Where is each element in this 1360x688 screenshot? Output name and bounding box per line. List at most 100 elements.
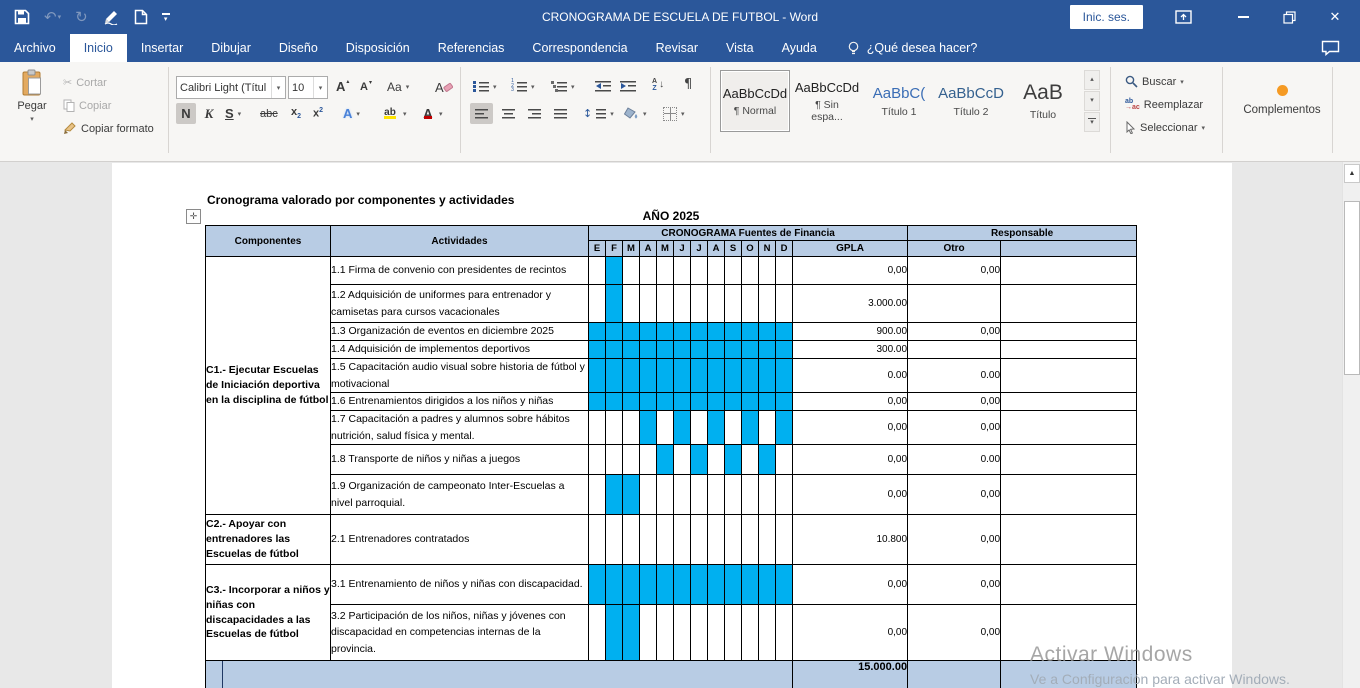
gantt-cell[interactable] [759, 515, 776, 565]
gantt-cell[interactable] [640, 323, 657, 341]
otro-cell[interactable]: 0,00 [908, 257, 1001, 285]
bullets-button[interactable]: ▾ [470, 76, 500, 97]
gantt-cell[interactable] [759, 445, 776, 475]
borders-button[interactable]: ▾ [660, 103, 688, 124]
redo-button[interactable]: ↻ [75, 10, 88, 25]
gantt-cell[interactable] [623, 341, 640, 359]
gantt-cell[interactable] [725, 411, 742, 445]
gantt-cell[interactable] [742, 605, 759, 661]
gantt-cell[interactable] [776, 605, 793, 661]
month-header[interactable]: F [606, 241, 623, 257]
otro-cell[interactable] [908, 341, 1001, 359]
month-header[interactable]: A [640, 241, 657, 257]
gantt-cell[interactable] [589, 359, 606, 393]
gantt-cell[interactable] [742, 393, 759, 411]
gantt-cell[interactable] [674, 605, 691, 661]
gantt-cell[interactable] [657, 445, 674, 475]
gantt-cell[interactable] [776, 257, 793, 285]
gantt-cell[interactable] [589, 285, 606, 323]
gantt-cell[interactable] [674, 285, 691, 323]
activity-cell[interactable]: 1.3 Organización de eventos en diciembre… [331, 323, 589, 341]
gantt-cell[interactable] [742, 411, 759, 445]
gantt-cell[interactable] [589, 323, 606, 341]
gantt-cell[interactable] [759, 393, 776, 411]
month-header[interactable]: M [623, 241, 640, 257]
gantt-cell[interactable] [708, 565, 725, 605]
gantt-cell[interactable] [640, 605, 657, 661]
gantt-cell[interactable] [759, 285, 776, 323]
gantt-cell[interactable] [674, 565, 691, 605]
gantt-cell[interactable] [759, 341, 776, 359]
activity-cell[interactable]: 1.9 Organización de campeonato Inter-Esc… [331, 475, 589, 515]
otro-cell[interactable]: 0,00 [908, 475, 1001, 515]
componentes-header[interactable]: Componentes [206, 226, 331, 257]
shrink-font-button[interactable]: A▾ [357, 76, 375, 97]
responsable-cell[interactable] [1001, 359, 1137, 393]
otro-cell[interactable]: 0.00 [908, 359, 1001, 393]
gantt-cell[interactable] [776, 411, 793, 445]
cut-button[interactable]: ✂ Cortar [60, 72, 110, 93]
restore-button[interactable] [1274, 0, 1304, 34]
month-header[interactable]: N [759, 241, 776, 257]
draw-button[interactable] [102, 9, 120, 25]
total-otro-cell[interactable] [908, 661, 1001, 688]
month-header[interactable]: J [691, 241, 708, 257]
gantt-cell[interactable] [759, 323, 776, 341]
table-move-handle[interactable]: ✛ [186, 209, 201, 224]
gpla-cell[interactable]: 0,00 [793, 565, 908, 605]
tab-diseno[interactable]: Diseño [265, 34, 332, 62]
numbering-button[interactable]: ▾ [508, 76, 538, 97]
gantt-cell[interactable] [776, 359, 793, 393]
gantt-cell[interactable] [589, 605, 606, 661]
document-page[interactable]: Cronograma valorado por componentes y ac… [112, 163, 1232, 688]
activity-cell[interactable]: 1.8 Transporte de niños y niñas a juegos [331, 445, 589, 475]
gantt-cell[interactable] [589, 393, 606, 411]
gantt-cell[interactable] [674, 341, 691, 359]
month-header[interactable]: E [589, 241, 606, 257]
gpla-cell[interactable]: 0.00 [793, 359, 908, 393]
gantt-cell[interactable] [708, 605, 725, 661]
gantt-cell[interactable] [776, 515, 793, 565]
gantt-cell[interactable] [606, 565, 623, 605]
style-t-tulo[interactable]: AaBTítulo [1008, 70, 1078, 132]
month-header[interactable]: A [708, 241, 725, 257]
gantt-cell[interactable] [589, 257, 606, 285]
component-cell[interactable]: C3.- Incorporar a niños y niñas con disc… [206, 565, 331, 661]
gantt-cell[interactable] [589, 341, 606, 359]
minimize-button[interactable] [1228, 0, 1258, 34]
gantt-cell[interactable] [742, 341, 759, 359]
gantt-cell[interactable] [691, 605, 708, 661]
save-button[interactable] [14, 9, 30, 25]
gantt-cell[interactable] [657, 257, 674, 285]
gantt-cell[interactable] [691, 341, 708, 359]
shading-button[interactable]: ▾ [621, 103, 650, 124]
gantt-cell[interactable] [691, 285, 708, 323]
gantt-cell[interactable] [623, 565, 640, 605]
gpla-cell[interactable]: 3.000.00 [793, 285, 908, 323]
gantt-cell[interactable] [759, 257, 776, 285]
gantt-cell[interactable] [674, 445, 691, 475]
align-left-button[interactable] [470, 103, 493, 124]
gantt-cell[interactable] [640, 445, 657, 475]
gantt-cell[interactable] [623, 359, 640, 393]
month-header[interactable]: O [742, 241, 759, 257]
gantt-cell[interactable] [742, 285, 759, 323]
gantt-cell[interactable] [657, 341, 674, 359]
responsable-cell[interactable] [1001, 257, 1137, 285]
gantt-cell[interactable] [640, 359, 657, 393]
gpla-cell[interactable]: 0,00 [793, 475, 908, 515]
gantt-cell[interactable] [657, 359, 674, 393]
tab-vista[interactable]: Vista [712, 34, 768, 62]
gantt-cell[interactable] [708, 515, 725, 565]
gantt-cell[interactable] [606, 515, 623, 565]
gantt-cell[interactable] [606, 359, 623, 393]
otro-cell[interactable]: 0,00 [908, 605, 1001, 661]
paste-button[interactable]: Pegar ▾ [10, 68, 54, 144]
tab-revisar[interactable]: Revisar [642, 34, 712, 62]
bold-button[interactable]: N [176, 103, 196, 124]
responsable-cell[interactable] [1001, 411, 1137, 445]
gantt-cell[interactable] [606, 411, 623, 445]
gantt-cell[interactable] [691, 393, 708, 411]
copy-button[interactable]: Copiar [60, 95, 114, 116]
feedback-button[interactable] [1315, 34, 1346, 62]
